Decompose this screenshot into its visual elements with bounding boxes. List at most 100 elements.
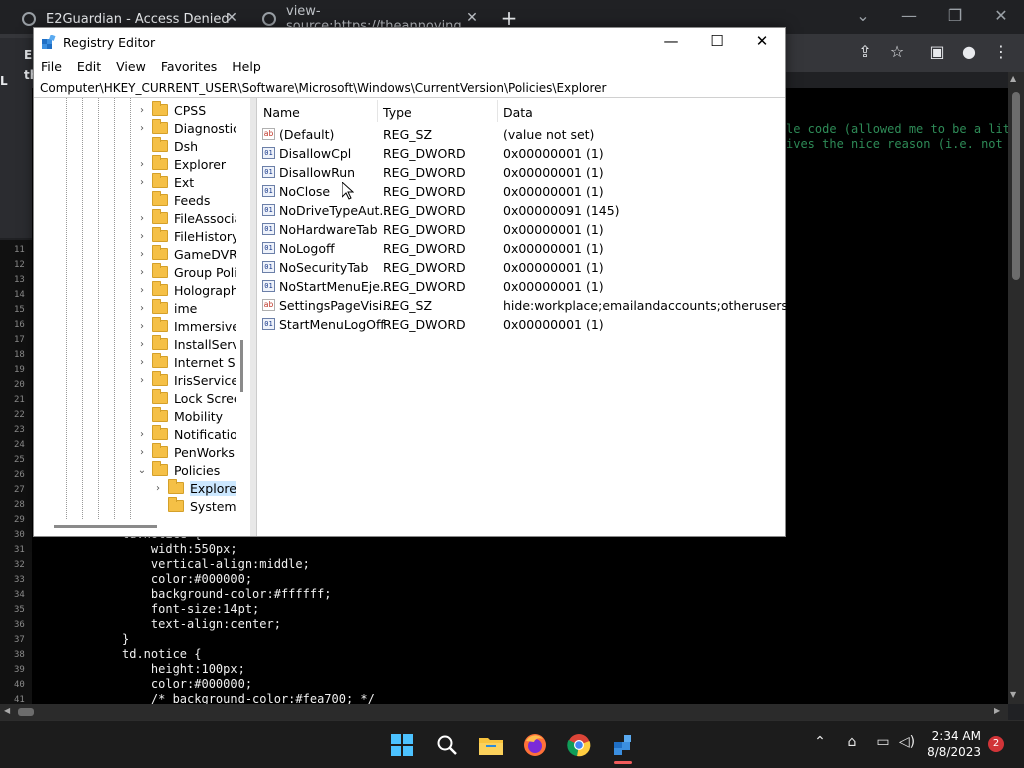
tree-vertical-scrollbar[interactable] — [236, 98, 250, 522]
scroll-down-icon[interactable]: ▼ — [1010, 690, 1016, 699]
horizontal-scrollbar[interactable] — [0, 704, 1008, 720]
value-row[interactable]: 01 NoClose REG_DWORD 0x00000001 (1) — [257, 182, 786, 201]
notification-badge[interactable]: 2 — [988, 736, 1004, 752]
menu-file[interactable]: File — [34, 56, 70, 78]
restore-icon[interactable]: ❐ — [940, 6, 970, 25]
column-header-name[interactable]: Name — [263, 105, 300, 120]
tree-item[interactable]: › Explorer — [136, 155, 226, 173]
tree-item[interactable]: Feeds — [136, 191, 210, 209]
tree-item[interactable]: › FileHistory — [136, 227, 239, 245]
expand-arrow-icon[interactable]: › — [136, 303, 148, 314]
expand-arrow-icon[interactable]: › — [136, 447, 148, 458]
share-icon[interactable]: ⇪ — [854, 42, 876, 61]
scroll-right-icon[interactable]: ▶ — [994, 706, 1000, 715]
scrollbar-thumb[interactable] — [240, 340, 243, 392]
tree-item[interactable]: › CPSS — [136, 101, 206, 119]
expand-arrow-icon[interactable]: › — [136, 357, 148, 368]
menu-view[interactable]: View — [109, 56, 154, 78]
tree-item[interactable]: ⌄ Policies — [136, 461, 220, 479]
menu-edit[interactable]: Edit — [70, 56, 109, 78]
column-divider[interactable] — [377, 100, 378, 122]
value-row[interactable]: 01 NoDriveTypeAut... REG_DWORD 0x00000091 (… — [257, 201, 786, 220]
tree-item[interactable]: Dsh — [136, 137, 198, 155]
tree-item[interactable]: › ime — [136, 299, 197, 317]
expand-arrow-icon[interactable]: › — [136, 105, 148, 116]
scrollbar-thumb[interactable] — [54, 525, 157, 528]
close-tab-icon[interactable]: ✕ — [224, 10, 240, 26]
tree-item[interactable]: › Explorer — [152, 479, 243, 497]
tree-item[interactable]: Mobility — [136, 407, 223, 425]
tree-item[interactable]: › IrisService — [136, 371, 239, 389]
expand-arrow-icon[interactable]: › — [136, 213, 148, 224]
expand-arrow-icon[interactable]: ⌄ — [136, 465, 148, 476]
tree-item[interactable]: › ImmersiveS — [136, 317, 248, 335]
expand-arrow-icon[interactable]: › — [136, 177, 148, 188]
maximize-icon[interactable]: ☐ — [694, 32, 740, 54]
menu-help[interactable]: Help — [225, 56, 269, 78]
close-icon[interactable]: ✕ — [739, 32, 785, 54]
expand-arrow-icon[interactable]: › — [136, 159, 148, 170]
address-bar[interactable]: Computer\HKEY_CURRENT_USER\Software\Micr… — [34, 78, 785, 98]
column-header-data[interactable]: Data — [503, 105, 533, 120]
tree-item[interactable]: › Group Polic — [136, 263, 245, 281]
tree-item[interactable]: › Diagnostics — [136, 119, 247, 137]
file-explorer-icon[interactable] — [477, 731, 505, 759]
tree-item[interactable]: › Ext — [136, 173, 194, 191]
network-off-icon[interactable]: ⌂ — [842, 734, 862, 750]
scroll-up-icon[interactable]: ▲ — [1010, 74, 1016, 83]
more-menu-icon[interactable]: ⋮ — [990, 42, 1012, 61]
expand-arrow-icon[interactable]: › — [136, 375, 148, 386]
value-row[interactable]: 01 NoSecurityTab REG_DWORD 0x00000001 (1) — [257, 258, 786, 277]
expand-arrow-icon[interactable]: › — [136, 267, 148, 278]
tree-item[interactable]: › FileAssocia — [136, 209, 242, 227]
minimize-icon[interactable]: — — [648, 32, 694, 54]
value-row[interactable]: 01 DisallowCpl REG_DWORD 0x00000001 (1) — [257, 144, 786, 163]
sidepanel-icon[interactable]: ▣ — [926, 42, 948, 61]
values-list[interactable]: Name Type Data ab (Default) REG_SZ (value n… — [256, 98, 836, 536]
volume-icon[interactable]: ◁) — [897, 734, 917, 750]
menu-favorites[interactable]: Favorites — [154, 56, 225, 78]
minimize-icon[interactable]: — — [894, 6, 924, 25]
system-clock[interactable]: 2:34 AM 8/8/2023 — [926, 728, 981, 760]
expand-arrow-icon[interactable]: › — [136, 429, 148, 440]
scrollbar-thumb[interactable] — [1012, 92, 1020, 280]
key-tree[interactable]: › CPSS › Diagnostics Dsh › Explorer › Ext Feeds › F… — [34, 98, 250, 522]
star-icon[interactable]: ☆ — [886, 42, 908, 61]
value-row[interactable]: 01 NoLogoff REG_DWORD 0x00000001 (1) — [257, 239, 786, 258]
expand-arrow-icon[interactable]: › — [136, 339, 148, 350]
column-divider[interactable] — [497, 100, 498, 122]
tree-item[interactable]: › GameDVR — [136, 245, 238, 263]
profile-icon[interactable]: ● — [958, 42, 980, 61]
value-row[interactable]: 01 NoStartMenuEje... REG_DWORD 0x00000001 (… — [257, 277, 786, 296]
value-row[interactable]: ab SettingsPageVisi... REG_SZ hide:workplac… — [257, 296, 836, 315]
scroll-left-icon[interactable]: ◀ — [4, 706, 10, 715]
tree-item[interactable]: › Notification — [136, 425, 246, 443]
firefox-icon[interactable] — [521, 731, 549, 759]
expand-arrow-icon[interactable]: › — [152, 483, 164, 494]
chevron-down-icon[interactable]: ⌄ — [848, 6, 878, 25]
chrome-icon[interactable] — [565, 731, 593, 759]
expand-arrow-icon[interactable]: › — [136, 249, 148, 260]
display-icon[interactable]: ▭ — [873, 734, 893, 750]
tree-item[interactable]: › Internet Set — [136, 353, 248, 371]
tree-item[interactable]: › PenWorksp — [136, 443, 243, 461]
start-windows-icon[interactable] — [388, 731, 416, 759]
value-row[interactable]: 01 NoHardwareTab REG_DWORD 0x00000001 (1) — [257, 220, 786, 239]
expand-arrow-icon[interactable]: › — [136, 123, 148, 134]
expand-arrow-icon[interactable]: › — [136, 231, 148, 242]
registry-editor-taskbar-icon[interactable] — [609, 731, 637, 759]
close-tab-icon[interactable]: ✕ — [464, 10, 480, 26]
expand-arrow-icon[interactable]: › — [136, 285, 148, 296]
value-row[interactable]: 01 DisallowRun REG_DWORD 0x00000001 (1) — [257, 163, 786, 182]
close-window-icon[interactable]: ✕ — [986, 6, 1016, 25]
value-row[interactable]: ab (Default) REG_SZ (value not set) — [257, 125, 786, 144]
scrollbar-thumb[interactable] — [18, 708, 34, 716]
tree-item[interactable]: Lock Screer — [136, 389, 247, 407]
search-icon[interactable] — [433, 731, 461, 759]
tree-item[interactable]: › Holographi — [136, 281, 242, 299]
column-header-type[interactable]: Type — [383, 105, 412, 120]
tree-item[interactable]: System — [152, 497, 237, 515]
title-bar[interactable]: Registry Editor — ☐ ✕ — [34, 28, 785, 56]
value-row[interactable]: 01 StartMenuLogOff REG_DWORD 0x00000001 (1) — [257, 315, 786, 334]
registry-editor-window[interactable]: Registry Editor — ☐ ✕ File Edit View Fav… — [33, 27, 836, 537]
